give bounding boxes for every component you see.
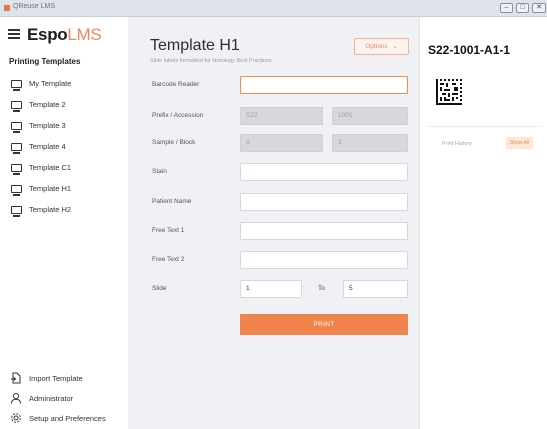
- show-all-history-button[interactable]: Show All: [506, 137, 533, 149]
- label-printer-icon: [11, 142, 22, 154]
- sample-block-row: Sample / Block A 1: [128, 134, 419, 152]
- administrator-button[interactable]: Administrator: [0, 388, 128, 408]
- patient-name-input[interactable]: [240, 193, 408, 211]
- setup-preferences-button[interactable]: Setup and Preferences: [0, 408, 128, 428]
- slide-row: Slide 1 To 5: [128, 280, 419, 298]
- section-title: Printing Templates: [9, 57, 81, 66]
- window-title: QReuse LMS: [13, 3, 56, 10]
- block-input: 1: [332, 134, 408, 152]
- sidebar: EspoLMS Printing Templates My Template T…: [0, 17, 128, 429]
- free-text-1-label: Free Text 1: [152, 227, 185, 234]
- datamatrix-barcode-icon: [436, 79, 462, 105]
- sidebar-item-template-3[interactable]: Template 3: [0, 115, 128, 136]
- close-button[interactable]: ✕: [532, 3, 546, 13]
- slide-from-input[interactable]: 1: [240, 280, 302, 298]
- label-printer-icon: [11, 100, 22, 112]
- label-preview-panel: S22-1001-A1-1 Print History Show All: [419, 17, 547, 429]
- free-text-2-row: Free Text 2: [128, 251, 419, 269]
- label-printer-icon: [11, 121, 22, 133]
- slide-label: Slide: [152, 285, 167, 292]
- sidebar-item-template-h1[interactable]: Template H1: [0, 178, 128, 199]
- barcode-reader-input[interactable]: [240, 76, 408, 94]
- app-icon: [4, 5, 10, 11]
- print-history-label: Print History: [442, 141, 472, 147]
- free-text-1-row: Free Text 1: [128, 222, 419, 240]
- sidebar-item-template-2[interactable]: Template 2: [0, 94, 128, 115]
- sample-input: A: [240, 134, 323, 152]
- label-code: S22-1001-A1-1: [428, 43, 511, 57]
- import-file-icon: [11, 372, 21, 384]
- chevron-down-icon: ⌄: [392, 44, 398, 50]
- prefix-accession-label: Prefix / Accession: [152, 112, 204, 119]
- free-text-1-input[interactable]: [240, 222, 408, 240]
- sidebar-item-template-4[interactable]: Template 4: [0, 136, 128, 157]
- barcode-reader-row: Barcode Reader: [128, 76, 419, 94]
- options-button[interactable]: Options ⌄: [354, 38, 409, 55]
- free-text-2-label: Free Text 2: [152, 256, 185, 263]
- sample-block-label: Sample / Block: [152, 139, 196, 146]
- label-printer-icon: [11, 163, 22, 175]
- label-printer-icon: [11, 205, 22, 217]
- minimize-button[interactable]: –: [500, 3, 513, 13]
- window-titlebar: QReuse LMS – □ ✕: [0, 0, 547, 17]
- template-form-panel: Template H1 Slide labels formatted for H…: [128, 17, 419, 429]
- sidebar-item-template-c1[interactable]: Template C1: [0, 157, 128, 178]
- user-icon: [11, 393, 21, 404]
- barcode-reader-label: Barcode Reader: [152, 81, 200, 88]
- stain-label: Stain: [152, 168, 167, 175]
- hamburger-menu-icon[interactable]: [8, 29, 20, 39]
- page-subtitle: Slide labels formatted for Histology Bes…: [150, 58, 274, 64]
- divider: [426, 126, 542, 127]
- import-template-button[interactable]: Import Template: [0, 368, 128, 388]
- sidebar-item-template-h2[interactable]: Template H2: [0, 199, 128, 220]
- patient-name-row: Patient Name: [128, 193, 419, 211]
- stain-row: Stain: [128, 163, 419, 181]
- prefix-input: S22: [240, 107, 323, 125]
- patient-name-label: Patient Name: [152, 198, 192, 205]
- maximize-button[interactable]: □: [516, 3, 529, 13]
- accession-input: 1001: [332, 107, 408, 125]
- sidebar-item-my-template[interactable]: My Template: [0, 73, 128, 94]
- prefix-accession-row: Prefix / Accession S22 1001: [128, 107, 419, 125]
- stain-input[interactable]: [240, 163, 408, 181]
- print-button[interactable]: PRINT: [240, 314, 408, 335]
- label-printer-icon: [11, 79, 22, 91]
- label-printer-icon: [11, 184, 22, 196]
- free-text-2-input[interactable]: [240, 251, 408, 269]
- slide-to-label: To: [318, 285, 325, 292]
- template-nav: My Template Template 2 Template 3 Templa…: [0, 73, 128, 220]
- page-title: Template H1: [150, 37, 240, 54]
- app-logo: EspoLMS: [27, 25, 102, 44]
- gear-icon: [11, 413, 21, 423]
- slide-to-input[interactable]: 5: [343, 280, 408, 298]
